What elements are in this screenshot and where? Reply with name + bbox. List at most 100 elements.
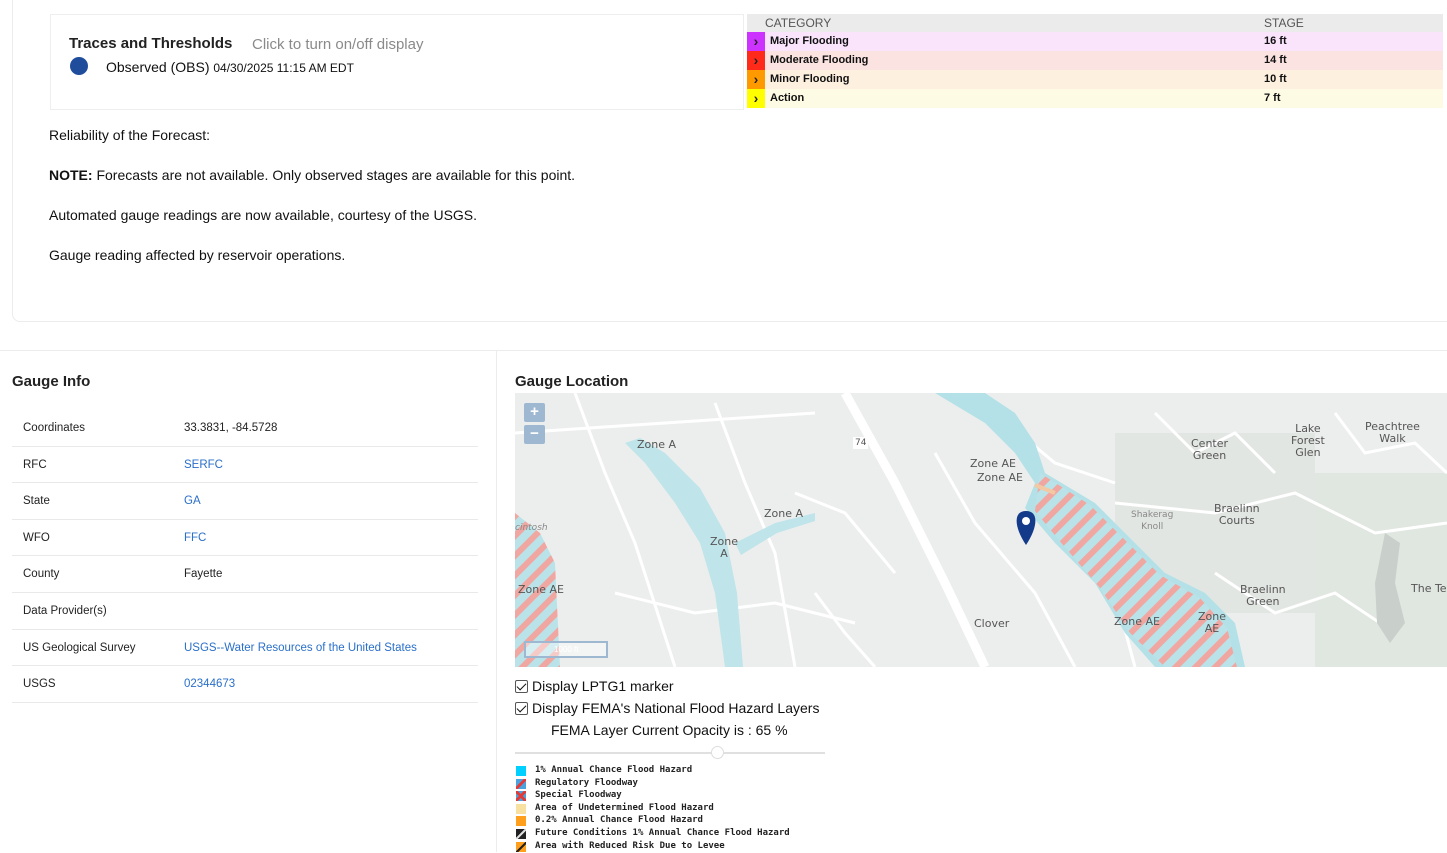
map-label-zone-a: Zone A xyxy=(637,438,677,451)
legend-swatch xyxy=(516,828,526,839)
gauge-info-value: Fayette xyxy=(184,568,223,581)
stage-header: STAGE xyxy=(1264,16,1304,30)
legend-label: 1% Annual Chance Flood Hazard xyxy=(535,765,693,775)
threshold-category: Minor Flooding xyxy=(770,73,850,85)
gauge-info-link[interactable]: SERFC xyxy=(184,459,223,471)
gauge-info-key: Coordinates xyxy=(23,422,86,434)
fema-opacity-text: FEMA Layer Current Opacity is : 65 % xyxy=(551,722,788,738)
chevron-right-icon[interactable]: › xyxy=(747,32,765,51)
gauge-info-link[interactable]: USGS--Water Resources of the United Stat… xyxy=(184,642,417,654)
gauge-info-card: Gauge Info Coordinates 33.3831, -84.5728 R… xyxy=(0,350,497,852)
reservoir-note: Gauge reading affected by reservoir oper… xyxy=(49,247,346,263)
gauge-info-key: Data Provider(s) xyxy=(23,604,107,617)
threshold-stage: 7 ft xyxy=(1264,92,1281,104)
threshold-stage: 10 ft xyxy=(1264,73,1287,85)
gauge-info-link[interactable]: GA xyxy=(184,495,201,507)
opacity-slider-thumb[interactable] xyxy=(710,746,724,759)
map-label-shakerag-knoll: Shakerag Knoll xyxy=(1131,510,1174,532)
legend-label: Future Conditions 1% Annual Chance Flood… xyxy=(535,827,790,838)
category-header: CATEGORY xyxy=(765,16,832,30)
traces-toggle-hint[interactable]: Click to turn on/off display xyxy=(252,36,423,53)
gauge-location-title: Gauge Location xyxy=(515,373,629,390)
display-fema-option[interactable]: Display FEMA's National Flood Hazard Lay… xyxy=(515,700,819,716)
chevron-right-icon[interactable]: › xyxy=(747,70,765,89)
gauge-info-key: RFC xyxy=(23,458,47,471)
note-label: NOTE: xyxy=(49,167,93,183)
map-label-center-green: Center Green xyxy=(1191,437,1229,462)
gauge-info-key: USGS xyxy=(23,678,56,691)
forecast-note: NOTE: Forecasts are not available. Only … xyxy=(49,167,575,183)
opacity-slider-track[interactable] xyxy=(515,752,825,754)
gauge-location-card: Gauge Location + − Zone A 74 Zone AE Zon… xyxy=(497,350,1447,852)
map-scale-bar: 1000 ft xyxy=(524,641,608,658)
gauge-map[interactable]: + − Zone A 74 Zone AE Zone AE Center Gre… xyxy=(515,393,1447,667)
gauge-info-link[interactable]: 02344673 xyxy=(184,678,235,690)
map-label-braelinn-courts: Braelinn Courts xyxy=(1214,502,1260,527)
legend-label: Special Floodway xyxy=(535,790,622,801)
map-label-clover: Clover xyxy=(974,617,1010,630)
threshold-row[interactable]: › Major Flooding 16 ft xyxy=(747,32,1443,51)
thresholds-table: CATEGORY STAGE › Major Flooding 16 ft › Mode… xyxy=(747,14,1443,108)
map-label-zone-ae-right: Zone AE xyxy=(1198,610,1227,635)
gauge-info-title: Gauge Info xyxy=(12,373,91,390)
reliability-label: Reliability of the Forecast: xyxy=(49,127,211,143)
map-label-zone-ae-top-2: Zone AE xyxy=(977,471,1023,484)
threshold-row[interactable]: › Moderate Flooding 14 ft xyxy=(747,51,1443,70)
display-marker-label: Display LPTG1 marker xyxy=(532,678,674,694)
note-text: Forecasts are not available. Only observ… xyxy=(92,167,576,183)
traces-title: Traces and Thresholds xyxy=(69,35,233,52)
gauge-info-key: WFO xyxy=(23,531,50,544)
map-label-lake-forest-glen: Lake Forest Glen xyxy=(1291,422,1325,459)
legend-swatch xyxy=(516,816,526,827)
chevron-right-icon[interactable]: › xyxy=(747,51,765,70)
observed-timestamp: 04/30/2025 11:15 AM EDT xyxy=(213,61,354,75)
map-label-zone-a-2: Zone A xyxy=(764,507,804,520)
observed-legend-label[interactable]: Observed (OBS) 04/30/2025 11:15 AM EDT xyxy=(106,59,354,75)
legend-swatch xyxy=(516,803,526,814)
display-marker-option[interactable]: Display LPTG1 marker xyxy=(515,678,674,694)
zoom-out-button[interactable]: − xyxy=(524,425,545,444)
gauge-info-row: USGS 02344673 xyxy=(12,666,478,703)
gauge-info-row: US Geological Survey USGS--Water Resource… xyxy=(12,630,478,667)
legend-label: Area of Undetermined Flood Hazard xyxy=(535,802,714,813)
threshold-category: Action xyxy=(770,92,805,104)
map-label-zone-ae-top: Zone AE xyxy=(970,457,1016,470)
map-label-braelinn-green: Braelinn Green xyxy=(1240,583,1286,608)
display-fema-checkbox[interactable] xyxy=(515,702,528,715)
gauge-info-key: County xyxy=(23,568,60,581)
map-label-peachtree-walk: Peachtree Walk xyxy=(1365,420,1420,445)
gauge-info-row: County Fayette xyxy=(12,556,478,593)
highway-74 xyxy=(841,393,990,667)
thresholds-header: CATEGORY STAGE xyxy=(747,14,1443,32)
threshold-row[interactable]: › Minor Flooding 10 ft xyxy=(747,70,1443,89)
gauge-info-value: 33.3831, -84.5728 xyxy=(184,422,278,434)
legend-swatch xyxy=(516,791,526,802)
chevron-right-icon[interactable]: › xyxy=(747,89,765,108)
display-marker-checkbox[interactable] xyxy=(515,680,528,693)
threshold-category: Major Flooding xyxy=(770,35,849,47)
map-label-zone-a-3: Zone A xyxy=(710,535,739,560)
display-fema-label: Display FEMA's National Flood Hazard Lay… xyxy=(532,700,820,716)
zoom-in-button[interactable]: + xyxy=(524,403,545,422)
legend-swatch xyxy=(516,778,526,789)
observed-legend-dot[interactable] xyxy=(70,57,88,75)
threshold-stage: 16 ft xyxy=(1264,35,1287,47)
gauge-marker-pin[interactable] xyxy=(1016,511,1036,545)
gauge-info-row: RFC SERFC xyxy=(12,447,478,484)
usgs-availability-note: Automated gauge readings are now availab… xyxy=(49,207,478,223)
threshold-category: Moderate Flooding xyxy=(770,54,869,66)
gauge-info-link[interactable]: FFC xyxy=(184,532,206,544)
legend-label: Area with Reduced Risk Due to Levee xyxy=(535,840,725,851)
threshold-row[interactable]: › Action 7 ft xyxy=(747,89,1443,108)
traces-thresholds-panel[interactable]: Traces and Thresholds Click to turn on/o… xyxy=(50,14,744,110)
map-label-cintosh: cintosh xyxy=(515,523,548,533)
gauge-info-row: Data Provider(s) xyxy=(12,593,478,630)
map-label-zone-ae-left: Zone AE xyxy=(518,583,564,596)
map-label-route-74: 74 xyxy=(853,437,869,449)
legend-label: Regulatory Floodway xyxy=(535,777,638,788)
map-label-the-te: The Te xyxy=(1411,582,1447,595)
legend-swatch xyxy=(516,766,526,776)
threshold-stage: 14 ft xyxy=(1264,54,1287,66)
gauge-info-row: WFO FFC xyxy=(12,520,478,557)
gauge-info-row: Coordinates 33.3831, -84.5728 xyxy=(12,410,478,447)
